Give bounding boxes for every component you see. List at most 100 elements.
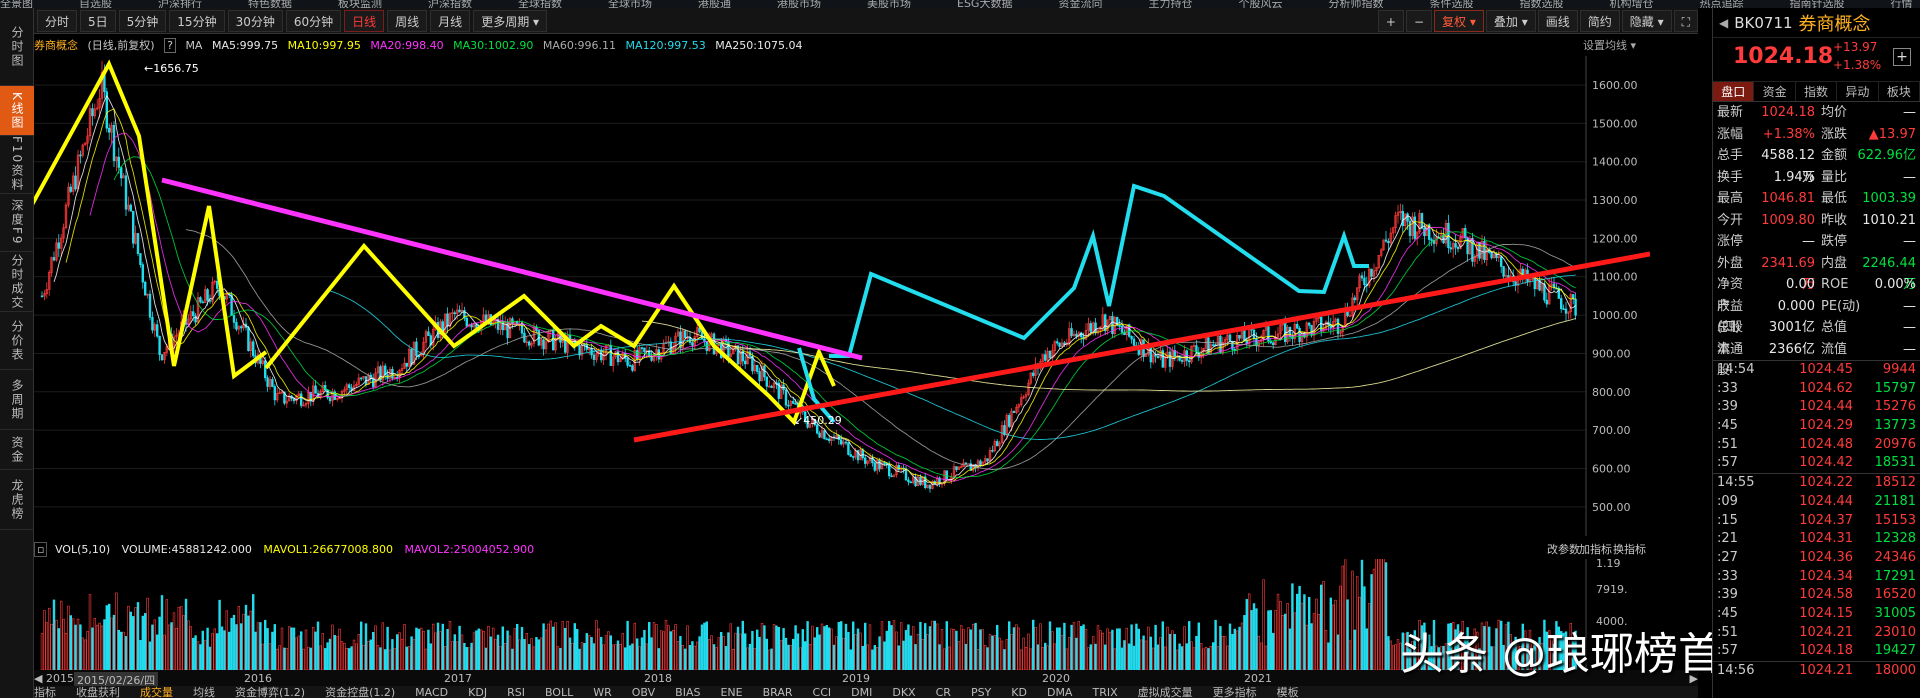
- left-nav-item[interactable]: 多周期: [0, 370, 34, 430]
- indicator-tab[interactable]: ENE: [720, 687, 742, 698]
- indicator-tab[interactable]: MACD: [415, 687, 448, 698]
- top-menu-item[interactable]: 港股市场: [777, 0, 821, 8]
- period-button[interactable]: 周线: [387, 9, 428, 32]
- chart-tool-button[interactable]: 画线: [1537, 10, 1578, 32]
- period-button[interactable]: 更多周期 ▾: [473, 9, 548, 32]
- top-menu-item[interactable]: 港股通: [698, 0, 731, 8]
- switch-indicator-button[interactable]: 换指标: [1613, 541, 1646, 559]
- top-menu-item[interactable]: 特色数据: [248, 0, 292, 8]
- left-nav-item[interactable]: 分时图: [0, 8, 34, 86]
- period-button[interactable]: 30分钟: [227, 9, 283, 32]
- top-menu-item[interactable]: 全球指数: [518, 0, 562, 8]
- left-nav-item[interactable]: 分时成交: [0, 252, 34, 312]
- left-nav-item[interactable]: 龙虎榜: [0, 470, 34, 530]
- top-menu-item[interactable]: 资金流向: [1058, 0, 1102, 8]
- params-button[interactable]: 改参数: [1547, 541, 1580, 559]
- left-nav-item[interactable]: 深度F9: [0, 194, 34, 252]
- indicator-tab[interactable]: 均线: [193, 687, 215, 698]
- indicator-tab[interactable]: 模板: [1277, 687, 1299, 698]
- top-menu-item[interactable]: ESG大数据: [957, 0, 1012, 8]
- left-nav-item[interactable]: 资金: [0, 430, 34, 470]
- top-menu-item[interactable]: 全球市场: [608, 0, 652, 8]
- back-arrow-icon[interactable]: ◀: [1719, 16, 1728, 30]
- indicator-tab[interactable]: BOLL: [545, 687, 573, 698]
- indicator-tab[interactable]: 资金控盘(1.2): [325, 687, 395, 698]
- indicator-tab[interactable]: OBV: [632, 687, 655, 698]
- indicator-tab[interactable]: BIAS: [675, 687, 700, 698]
- period-button[interactable]: 日线: [344, 9, 385, 32]
- top-menu-item[interactable]: 主力持仓: [1148, 0, 1192, 8]
- collapse-icon[interactable]: ▫: [34, 542, 48, 557]
- indicator-tab[interactable]: 收盘获利: [76, 687, 120, 698]
- indicator-tab[interactable]: WR: [593, 687, 612, 698]
- top-menu-item[interactable]: 全景图: [0, 0, 33, 8]
- indicator-tab[interactable]: DMA: [1047, 687, 1073, 698]
- top-menu-item[interactable]: 机构增仓: [1609, 0, 1653, 8]
- chart-tool-button[interactable]: 简约: [1579, 10, 1620, 32]
- panel-tab[interactable]: 异动: [1837, 82, 1879, 101]
- top-menu-item[interactable]: 沪深指数: [428, 0, 472, 8]
- panel-tab[interactable]: 盘口: [1713, 82, 1755, 101]
- volume-bar: [1161, 621, 1165, 670]
- panel-tab[interactable]: 板块: [1879, 82, 1920, 101]
- volume-bar: [1372, 568, 1376, 670]
- indicator-tab[interactable]: KD: [1011, 687, 1027, 698]
- period-button[interactable]: 月线: [430, 9, 471, 32]
- volume-bar: [1140, 639, 1143, 670]
- top-menu-item[interactable]: 个股风云: [1238, 0, 1282, 8]
- top-menu-item[interactable]: 沪深排行: [158, 0, 202, 8]
- top-menu-item[interactable]: 美股市场: [867, 0, 911, 8]
- period-button[interactable]: 60分钟: [285, 9, 342, 32]
- indicator-tab[interactable]: TRIX: [1092, 687, 1117, 698]
- top-menu-item[interactable]: 热点追踪: [1699, 0, 1743, 8]
- volume-bar: [981, 629, 985, 670]
- indicator-tab[interactable]: KDJ: [468, 687, 487, 698]
- candle-body: [964, 462, 968, 465]
- top-menu-item[interactable]: 条件选股: [1429, 0, 1473, 8]
- indicator-tab[interactable]: DKX: [892, 687, 915, 698]
- indicator-tab[interactable]: 指标: [34, 687, 56, 698]
- indicator-tab[interactable]: RSI: [507, 687, 525, 698]
- panel-tab[interactable]: 指数: [1796, 82, 1838, 101]
- period-button[interactable]: 分时: [37, 9, 78, 32]
- chart-tool-button[interactable]: ⛶: [1673, 10, 1698, 32]
- volume-bar: [204, 640, 207, 670]
- period-button[interactable]: 5分钟: [118, 9, 167, 32]
- left-nav-item[interactable]: F10资料: [0, 136, 34, 194]
- volume-bar: [189, 626, 192, 670]
- panel-tab[interactable]: 资金: [1754, 82, 1796, 101]
- period-button[interactable]: 15分钟: [169, 9, 225, 32]
- chart-tool-button[interactable]: 隐藏 ▾: [1621, 10, 1672, 32]
- top-menu-item[interactable]: 板块监测: [338, 0, 382, 8]
- kline-chart[interactable]: ←1656.75 ↙450.29 1600.00 1500.00 1400.00 130…: [34, 56, 1650, 536]
- top-menu-item[interactable]: 指南针选股: [1789, 0, 1844, 8]
- top-menu-item[interactable]: 行情: [1890, 0, 1912, 8]
- chart-tool-button[interactable]: +: [1377, 10, 1404, 32]
- indicator-tab[interactable]: PSY: [971, 687, 991, 698]
- tick-time: :33: [1717, 568, 1738, 584]
- indicator-tab[interactable]: BRAR: [763, 687, 793, 698]
- add-indicator-button[interactable]: 加指标: [1579, 541, 1612, 559]
- candle-body: [551, 329, 555, 351]
- left-nav-item[interactable]: K线图: [0, 86, 34, 136]
- volume-bar: [1288, 628, 1292, 670]
- period-button[interactable]: 5日: [80, 9, 116, 32]
- indicator-tab[interactable]: 虚拟成交量: [1138, 687, 1193, 698]
- indicator-tab[interactable]: 更多指标: [1213, 687, 1257, 698]
- add-watchlist-button[interactable]: +: [1893, 48, 1911, 66]
- top-menu-item[interactable]: 自选股: [79, 0, 112, 8]
- indicator-tab[interactable]: CR: [936, 687, 951, 698]
- chart-tool-button[interactable]: 叠加 ▾: [1485, 10, 1536, 32]
- indicator-tab[interactable]: DMI: [851, 687, 872, 698]
- chart-tool-button[interactable]: 复权 ▾: [1434, 10, 1484, 32]
- scroll-left-icon[interactable]: ◀: [34, 672, 42, 685]
- ma-settings-button[interactable]: 设置均线 ▾: [1583, 36, 1636, 56]
- indicator-tab[interactable]: 成交量: [140, 687, 173, 698]
- indicator-tab[interactable]: 资金博弈(1.2): [235, 687, 305, 698]
- top-menu-item[interactable]: 指数选股: [1519, 0, 1563, 8]
- help-icon[interactable]: ?: [164, 38, 176, 53]
- indicator-tab[interactable]: CCI: [813, 687, 832, 698]
- chart-tool-button[interactable]: −: [1405, 10, 1433, 32]
- top-menu-item[interactable]: 分析师指数: [1328, 0, 1383, 8]
- left-nav-item[interactable]: 分价表: [0, 312, 34, 370]
